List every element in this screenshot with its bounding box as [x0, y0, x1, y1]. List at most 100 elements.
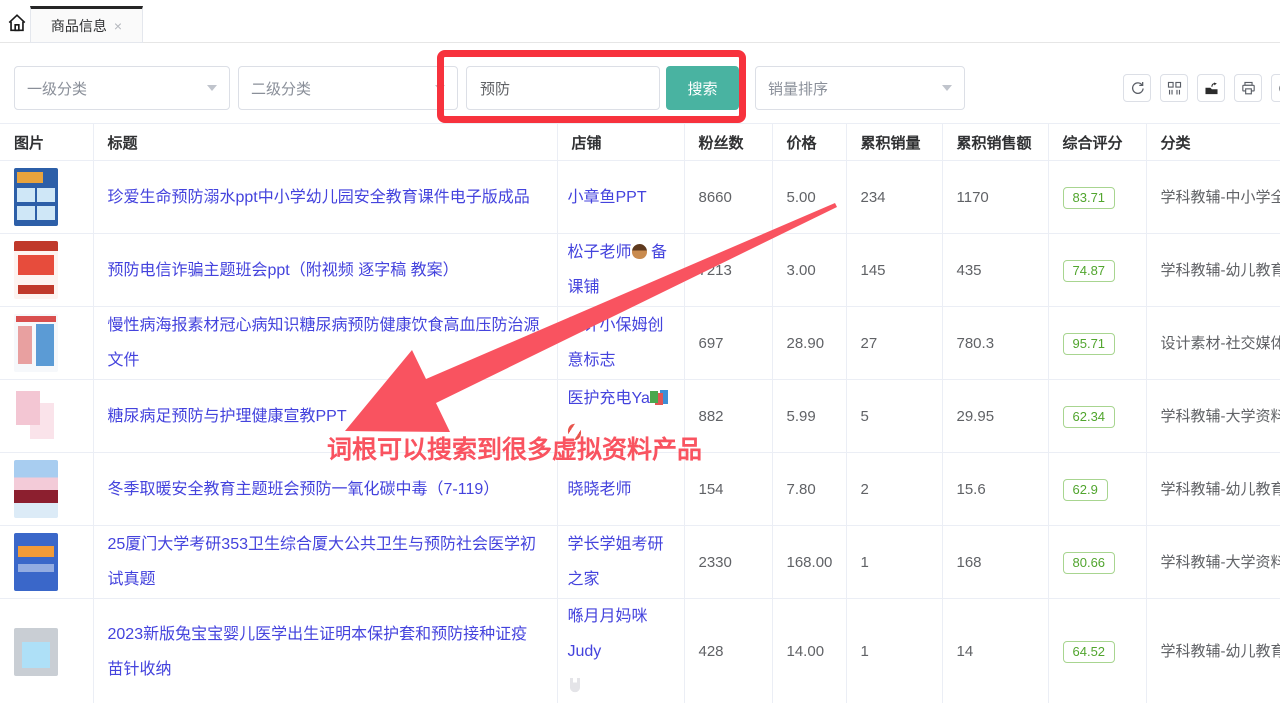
product-thumbnail[interactable]	[14, 314, 58, 372]
tab-product-info[interactable]: 商品信息 ×	[30, 6, 143, 43]
category: 学科教辅-幼儿教育	[1146, 599, 1280, 703]
product-title-link[interactable]: 冬季取暖安全教育主题班会预防一氧化碳中毒（7-119）	[108, 481, 500, 498]
fans-count: 7213	[684, 234, 772, 307]
product-thumbnail[interactable]	[14, 168, 58, 226]
table-row: 2023新版兔宝宝婴儿医学出生证明本保护套和预防接种证疫苗针收纳 喺月月妈咪Ju…	[0, 599, 1280, 703]
column-header: 店铺	[557, 124, 684, 161]
column-header: 累积销售额	[942, 124, 1048, 161]
product-title-link[interactable]: 慢性病海报素材冠心病知识糖尿病预防健康饮食高血压防治源文件	[108, 317, 540, 369]
secondary-category-select[interactable]: 二级分类	[238, 66, 458, 110]
product-title-link[interactable]: 2023新版兔宝宝婴儿医学出生证明本保护套和预防接种证疫苗针收纳	[108, 626, 528, 678]
score-badge: 95.71	[1063, 333, 1116, 355]
cumulative-sales-amount: 1170	[942, 161, 1048, 234]
shop-link[interactable]: 小章鱼PPT	[568, 189, 647, 206]
column-header: 分类	[1146, 124, 1280, 161]
cumulative-sales: 2	[846, 453, 942, 526]
shop-link[interactable]: 设计小保姆创意标志	[568, 317, 664, 369]
tab-bar: 商品信息 ×	[0, 0, 1280, 43]
print-button[interactable]	[1234, 74, 1262, 102]
fans-count: 8660	[684, 161, 772, 234]
price: 5.99	[772, 380, 846, 453]
product-title-link[interactable]: 25厦门大学考研353卫生综合厦大公共卫生与预防社会医学初试真题	[108, 536, 537, 588]
chestnut-icon	[632, 244, 647, 259]
price: 5.00	[772, 161, 846, 234]
table-tools	[1123, 74, 1280, 102]
table-row: 预防电信诈骗主题班会ppt（附视频 逐字稿 教案） 松子老师 备课铺 7213 …	[0, 234, 1280, 307]
refresh-icon	[1129, 80, 1146, 97]
rabbit-icon	[568, 678, 582, 693]
more-tools-button[interactable]	[1271, 74, 1280, 102]
column-header: 累积销量	[846, 124, 942, 161]
column-settings-button[interactable]	[1160, 74, 1188, 102]
column-header: 价格	[772, 124, 846, 161]
score-badge: 80.66	[1063, 552, 1116, 574]
filter-toolbar: 一级分类 二级分类 搜索 销量排序	[0, 66, 1280, 110]
shop-link[interactable]: 医护充电Ya	[568, 390, 668, 442]
fans-count: 154	[684, 453, 772, 526]
price: 14.00	[772, 599, 846, 703]
cumulative-sales: 1	[846, 526, 942, 599]
fans-count: 882	[684, 380, 772, 453]
cumulative-sales-amount: 15.6	[942, 453, 1048, 526]
shop-link[interactable]: 学长学姐考研之家	[568, 536, 664, 588]
fans-count: 428	[684, 599, 772, 703]
product-thumbnail[interactable]	[14, 241, 58, 299]
shop-link[interactable]: 喺月月妈咪Judy	[568, 608, 648, 695]
category: 学科教辅-幼儿教育	[1146, 453, 1280, 526]
close-icon[interactable]: ×	[114, 19, 122, 33]
product-thumbnail[interactable]	[14, 628, 58, 676]
books-icon	[650, 390, 668, 405]
column-header: 标题	[93, 124, 557, 161]
category: 学科教辅-大学资料	[1146, 380, 1280, 453]
shop-link[interactable]: 晓晓老师	[568, 481, 632, 498]
table-row: 慢性病海报素材冠心病知识糖尿病预防健康饮食高血压防治源文件 设计小保姆创意标志 …	[0, 307, 1280, 380]
cumulative-sales: 1	[846, 599, 942, 703]
product-thumbnail[interactable]	[14, 387, 58, 445]
search-input[interactable]	[466, 66, 660, 110]
fans-count: 697	[684, 307, 772, 380]
score-badge: 74.87	[1063, 260, 1116, 282]
primary-category-select[interactable]: 一级分类	[14, 66, 230, 110]
cumulative-sales-amount: 29.95	[942, 380, 1048, 453]
home-button[interactable]	[4, 11, 30, 35]
chevron-down-icon	[435, 85, 445, 91]
category: 学科教辅-中小学全科	[1146, 161, 1280, 234]
column-settings-icon	[1166, 80, 1183, 97]
product-title-link[interactable]: 预防电信诈骗主题班会ppt（附视频 逐字稿 教案）	[108, 262, 459, 279]
chevron-down-icon	[207, 85, 217, 91]
print-icon	[1240, 80, 1257, 97]
refresh-button[interactable]	[1123, 74, 1151, 102]
column-header: 图片	[0, 124, 93, 161]
product-info-page: 商品信息 × 一级分类 二级分类 搜索 销量排序	[0, 0, 1280, 703]
product-thumbnail[interactable]	[14, 533, 58, 591]
table-row: 珍爱生命预防溺水ppt中小学幼儿园安全教育课件电子版成品 小章鱼PPT 8660…	[0, 161, 1280, 234]
category: 学科教辅-大学资料	[1146, 526, 1280, 599]
tab-label: 商品信息	[51, 16, 107, 36]
product-title-link[interactable]: 珍爱生命预防溺水ppt中小学幼儿园安全教育课件电子版成品	[108, 189, 530, 206]
category: 设计素材-社交媒体	[1146, 307, 1280, 380]
products-table: 图片标题店铺粉丝数价格累积销量累积销售额综合评分分类 珍爱生命预防溺水ppt中小…	[0, 123, 1280, 703]
product-title-link[interactable]: 糖尿病足预防与护理健康宣教PPT	[108, 408, 347, 425]
cumulative-sales: 27	[846, 307, 942, 380]
category: 学科教辅-幼儿教育	[1146, 234, 1280, 307]
search-button[interactable]: 搜索	[666, 66, 739, 110]
score-badge: 62.9	[1063, 479, 1108, 501]
export-button[interactable]	[1197, 74, 1225, 102]
secondary-category-placeholder: 二级分类	[251, 78, 435, 99]
score-badge: 64.52	[1063, 641, 1116, 663]
more-tools-icon	[1277, 80, 1280, 97]
product-thumbnail[interactable]	[14, 460, 58, 518]
table-body: 珍爱生命预防溺水ppt中小学幼儿园安全教育课件电子版成品 小章鱼PPT 8660…	[0, 161, 1280, 703]
cumulative-sales-amount: 435	[942, 234, 1048, 307]
rocket-icon	[566, 423, 582, 441]
price: 168.00	[772, 526, 846, 599]
chevron-down-icon	[942, 85, 952, 91]
column-header: 综合评分	[1048, 124, 1146, 161]
shop-link[interactable]: 松子老师 备课铺	[568, 244, 667, 296]
score-badge: 62.34	[1063, 406, 1116, 428]
table-row: 25厦门大学考研353卫生综合厦大公共卫生与预防社会医学初试真题 学长学姐考研之…	[0, 526, 1280, 599]
cumulative-sales: 234	[846, 161, 942, 234]
sort-select[interactable]: 销量排序	[755, 66, 965, 110]
score-badge: 83.71	[1063, 187, 1116, 209]
primary-category-placeholder: 一级分类	[27, 78, 207, 99]
